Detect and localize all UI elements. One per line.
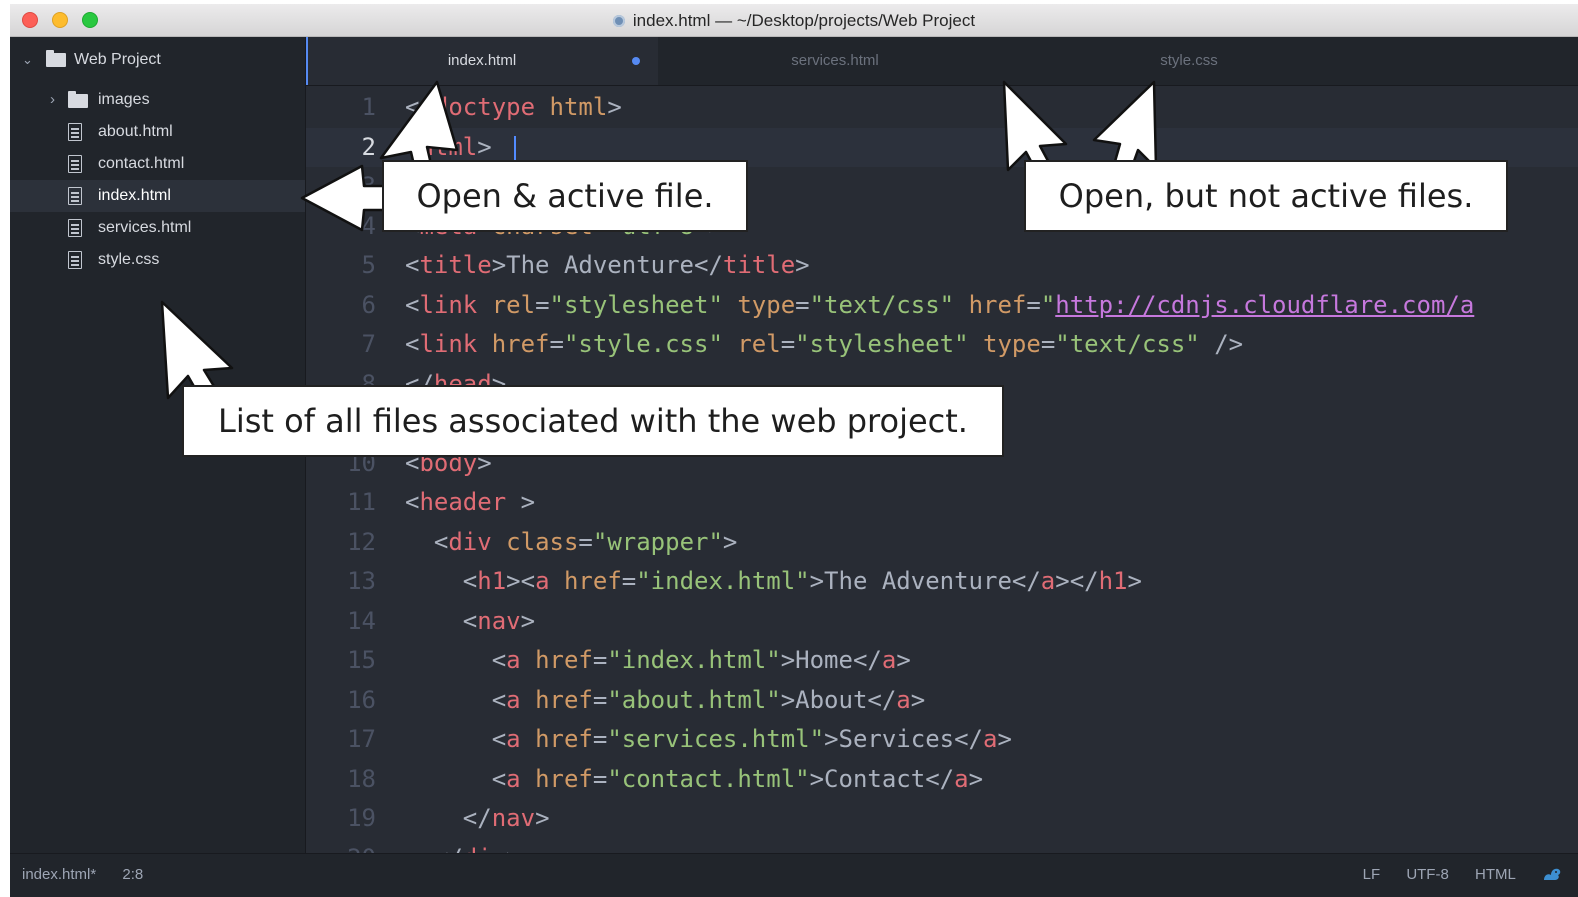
status-file-name[interactable]: index.html* bbox=[22, 866, 96, 883]
line-number: 14 bbox=[347, 606, 376, 635]
tree-file-style[interactable]: style.css bbox=[10, 244, 305, 276]
squirrel-icon[interactable] bbox=[1542, 866, 1562, 882]
code-line[interactable]: 18 <a href="contact.html">Contact</a> bbox=[306, 760, 1578, 800]
code-line[interactable]: 7 <link href="style.css" rel="stylesheet"… bbox=[306, 325, 1578, 365]
tab-label: index.html bbox=[447, 52, 517, 69]
file-icon bbox=[68, 123, 82, 141]
line-number: 12 bbox=[347, 527, 376, 556]
text-cursor bbox=[514, 135, 516, 162]
status-bar: index.html* 2:8 LF UTF-8 HTML bbox=[10, 853, 1578, 897]
tab-label: style.css bbox=[1160, 52, 1218, 69]
tree-file-index[interactable]: index.html bbox=[10, 180, 305, 212]
code-line[interactable]: 1<!doctype html> bbox=[306, 88, 1578, 128]
file-label: index.html bbox=[98, 187, 171, 204]
editor-window: index.html — ~/Desktop/projects/Web Proj… bbox=[10, 4, 1578, 897]
line-number: 13 bbox=[347, 567, 376, 595]
tree-file-contact[interactable]: contact.html bbox=[10, 148, 305, 180]
status-line-ending[interactable]: LF bbox=[1363, 866, 1381, 883]
code-text: </nav> bbox=[405, 804, 550, 832]
code-line[interactable]: 5 <title>The Adventure</title> bbox=[306, 246, 1578, 286]
code-text: <a href="services.html">Services</a> bbox=[405, 725, 1012, 753]
code-text: </div> bbox=[405, 839, 521, 854]
code-line[interactable]: 17 <a href="services.html">Services</a> bbox=[306, 720, 1578, 760]
code-line[interactable]: 6 <link rel="stylesheet" type="text/css" … bbox=[306, 286, 1578, 326]
code-text: <div class="wrapper"> bbox=[405, 527, 738, 556]
line-number: 1 bbox=[361, 93, 376, 121]
status-grammar[interactable]: HTML bbox=[1475, 866, 1516, 883]
line-number: 17 bbox=[347, 725, 376, 753]
tree-file-about[interactable]: about.html bbox=[10, 116, 305, 148]
line-number: 11 bbox=[347, 488, 376, 516]
code-text: <a href="contact.html">Contact</a> bbox=[405, 764, 984, 793]
annotation-active-file: Open & active file. bbox=[382, 160, 748, 232]
line-number: 20 bbox=[306, 839, 376, 854]
code-line[interactable]: 16 <a href="about.html">About</a> bbox=[306, 681, 1578, 721]
annotation-file-list: List of all files associated with the we… bbox=[182, 385, 1004, 457]
status-encoding[interactable]: UTF-8 bbox=[1406, 866, 1449, 883]
window-title: index.html — ~/Desktop/projects/Web Proj… bbox=[632, 11, 976, 30]
code-line[interactable]: 15 <a href="index.html">Home</a> bbox=[306, 641, 1578, 681]
file-label: services.html bbox=[98, 219, 192, 236]
code-line[interactable]: 11 <header > bbox=[306, 483, 1578, 523]
line-number: 16 bbox=[347, 685, 376, 714]
folder-icon bbox=[46, 50, 66, 67]
project-name: Web Project bbox=[74, 51, 161, 68]
line-number: 19 bbox=[347, 804, 376, 832]
file-icon bbox=[68, 251, 82, 269]
code-line[interactable]: 14 <nav> bbox=[306, 602, 1578, 642]
code-line[interactable]: 12 <div class="wrapper"> bbox=[306, 523, 1578, 563]
code-text: <h1><a href="index.html">The Adventure</… bbox=[405, 567, 1142, 595]
code-text: <link rel="stylesheet" type="text/css" h… bbox=[405, 290, 1475, 319]
code-text: <title>The Adventure</title> bbox=[405, 251, 810, 279]
tab-bar: index.html services.html style.css bbox=[306, 37, 1578, 86]
file-icon bbox=[68, 219, 82, 237]
code-text: <link href="style.css" rel="stylesheet" … bbox=[405, 330, 1244, 358]
tree-folder-images[interactable]: › images bbox=[10, 84, 305, 116]
title-bar: index.html — ~/Desktop/projects/Web Proj… bbox=[10, 4, 1578, 37]
tab-index-html[interactable]: index.html bbox=[306, 37, 658, 85]
file-icon bbox=[68, 155, 82, 173]
line-number: 15 bbox=[347, 646, 376, 674]
line-number: 6 bbox=[361, 290, 376, 319]
code-text: <a href="about.html">About</a> bbox=[405, 685, 926, 714]
line-number: 5 bbox=[361, 251, 376, 279]
code-text: <header > bbox=[405, 488, 536, 516]
chevron-down-icon: ⌄ bbox=[22, 52, 33, 67]
file-label: about.html bbox=[98, 123, 173, 140]
code-text: <nav> bbox=[405, 606, 536, 635]
code-line[interactable]: 19 </nav> bbox=[306, 799, 1578, 839]
folder-label: images bbox=[98, 91, 150, 108]
modified-indicator-icon bbox=[632, 57, 640, 65]
tab-style-css[interactable]: style.css bbox=[1012, 37, 1366, 85]
document-icon bbox=[612, 15, 625, 27]
status-cursor-position[interactable]: 2:8 bbox=[122, 866, 143, 883]
code-line[interactable]: 13 <h1><a href="index.html">The Adventur… bbox=[306, 562, 1578, 602]
project-root[interactable]: ⌄ Web Project bbox=[10, 44, 305, 76]
file-icon bbox=[68, 187, 82, 205]
file-label: style.css bbox=[98, 251, 160, 268]
tab-label: services.html bbox=[791, 52, 879, 69]
tree-file-services[interactable]: services.html bbox=[10, 212, 305, 244]
code-text: <a href="index.html">Home</a> bbox=[405, 646, 911, 674]
chevron-right-icon: › bbox=[50, 91, 55, 108]
folder-icon bbox=[68, 91, 88, 108]
code-line[interactable]: 20 </div> bbox=[306, 839, 1578, 854]
line-number: 7 bbox=[361, 330, 376, 358]
tab-services-html[interactable]: services.html bbox=[658, 37, 1012, 85]
annotation-inactive-files: Open, but not active files. bbox=[1024, 160, 1508, 232]
file-label: contact.html bbox=[98, 155, 185, 172]
line-number: 18 bbox=[347, 764, 376, 793]
